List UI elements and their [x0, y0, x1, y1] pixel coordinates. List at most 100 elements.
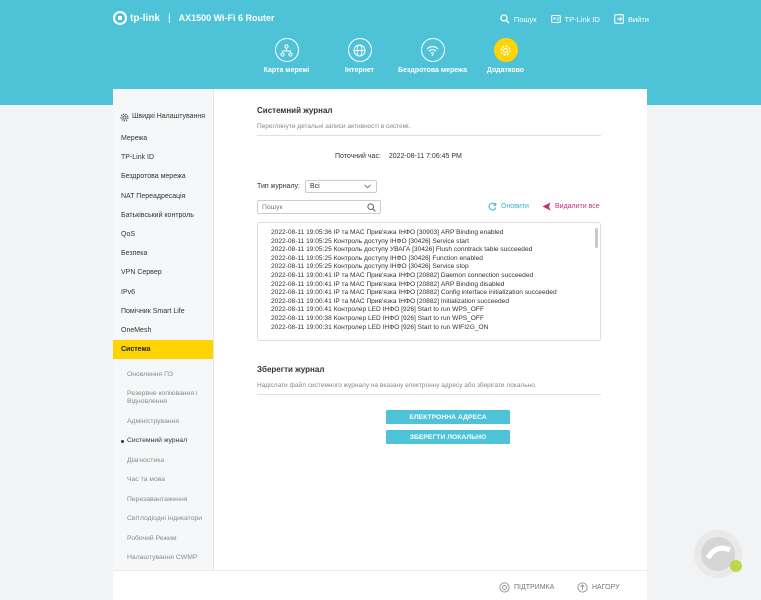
- sidebar-item-label: Помічник Smart Life: [121, 307, 185, 315]
- brand-logo[interactable]: tp-link | AX1500 Wi-Fi 6 Router: [113, 11, 275, 25]
- sidebar-item-system[interactable]: Система: [113, 340, 213, 360]
- sidebar-subitem-administration[interactable]: Адміністрування: [113, 412, 213, 432]
- sidebar-item-security[interactable]: Безпека: [113, 244, 213, 263]
- log-entry: 2022-08-11 19:05:25 Контроль доступу ІНФ…: [271, 263, 469, 271]
- header-links: Пошук TP-Link ID Вийти: [500, 14, 649, 24]
- sidebar-subitem-backup[interactable]: Резервне копіювання і Відновлення: [113, 385, 213, 412]
- search-link[interactable]: Пошук: [500, 14, 537, 24]
- tab-wireless[interactable]: Бездротова мережа: [396, 38, 469, 75]
- sidebar: Швидкі Налаштування Мережа TP-Link ID Бе…: [113, 89, 214, 570]
- quick-setup-icon: [120, 113, 129, 122]
- tplink-id-label: TP-Link ID: [564, 14, 600, 24]
- sidebar-item-ipv6[interactable]: IPv6: [113, 283, 213, 302]
- sidebar-item-tplink-id[interactable]: TP-Link ID: [113, 148, 213, 167]
- delete-icon: [542, 202, 551, 211]
- back-to-top-link[interactable]: НАГОРУ: [577, 582, 620, 593]
- sidebar-item-label: IPv6: [121, 288, 136, 296]
- sidebar-subitem-diagnostics[interactable]: Діагностика: [113, 451, 213, 471]
- sidebar-item-label: Швидкі Налаштування: [132, 113, 206, 120]
- sidebar-item-label: OneMesh: [121, 326, 152, 334]
- tab-internet[interactable]: Інтернет: [323, 38, 396, 75]
- log-entry: 2022-08-11 19:00:41 IP та MAC Прив'язка …: [271, 280, 505, 288]
- log-search-input[interactable]: Пошук: [257, 200, 381, 214]
- tplink-id-link[interactable]: TP-Link ID: [550, 14, 600, 24]
- sidebar-subitem-cwmp[interactable]: Налаштування CWMP: [113, 548, 213, 568]
- tab-network-map[interactable]: Карта мережі: [250, 38, 323, 75]
- sidebar-item-vpn[interactable]: VPN Сервер: [113, 263, 213, 282]
- globe-icon: [347, 38, 372, 62]
- search-icon: [500, 14, 510, 24]
- sidebar-item-onemesh[interactable]: OneMesh: [113, 321, 213, 340]
- sidebar-item-label: TP-Link ID: [121, 154, 155, 162]
- sidebar-subitem-time[interactable]: Час та мова: [113, 470, 213, 490]
- logout-label: Вийти: [627, 14, 649, 24]
- log-entry: 2022-08-11 19:00:41 IP та MAC Прив'язка …: [271, 271, 534, 279]
- section-title-save-log: Зберегти журнал: [257, 365, 325, 374]
- watermark-logo-icon: [694, 530, 742, 578]
- email-log-button[interactable]: ЕЛЕКТРОННА АДРЕСА: [386, 410, 510, 424]
- sidebar-item-label: Батьківський контроль: [121, 211, 194, 219]
- log-entry: 2022-08-11 19:05:25 Контроль доступу ІНФ…: [271, 237, 469, 245]
- log-type-label: Тип журналу:: [257, 183, 300, 190]
- id-icon: [550, 14, 561, 24]
- section-description-save-log: Надіслати файл системного журналу на вка…: [257, 382, 601, 395]
- sidebar-item-parental[interactable]: Батьківський контроль: [113, 206, 213, 225]
- save-locally-button[interactable]: ЗБЕРЕГТИ ЛОКАЛЬНО: [386, 430, 510, 444]
- log-type-value: Всі: [309, 183, 320, 190]
- search-link-label: Пошук: [513, 14, 537, 24]
- support-link[interactable]: ПІДТРИМКА: [499, 582, 554, 593]
- delete-all-label: Видалити все: [555, 203, 600, 210]
- section-title-system-log: Системний журнал: [257, 106, 333, 115]
- log-scrollbar[interactable]: [595, 228, 598, 248]
- log-entry: 2022-08-11 19:00:41 Контролер LED ІНФО […: [271, 306, 484, 314]
- sidebar-subitem-reboot[interactable]: Перезавантаження: [113, 490, 213, 510]
- sidebar-item-network[interactable]: Мережа: [113, 129, 213, 148]
- sidebar-subitem-label: Оновлення ПЗ: [127, 371, 174, 378]
- current-time-label: Поточний час:: [335, 153, 381, 160]
- sidebar-item-wireless[interactable]: Бездротова мережа: [113, 167, 213, 186]
- log-type-row: Тип журналу: Всі: [257, 180, 377, 193]
- refresh-label: Оновити: [501, 203, 529, 210]
- tab-network-map-label: Карта мережі: [263, 67, 310, 74]
- log-entry: 2022-08-11 19:00:31 Контролер LED ІНФО […: [271, 323, 489, 331]
- current-time-row: Поточний час: 2022-08-11 7:06:45 PM: [335, 153, 462, 160]
- sidebar-subitem-label: Діагностика: [127, 456, 165, 464]
- sidebar-item-quick-setup[interactable]: Швидкі Налаштування: [113, 89, 213, 129]
- sidebar-subitem-label: Робочий Режим: [127, 534, 177, 542]
- log-type-select[interactable]: Всі: [304, 180, 377, 193]
- back-to-top-label: НАГОРУ: [592, 584, 620, 591]
- refresh-icon: [488, 202, 497, 211]
- sidebar-subitem-leds[interactable]: Світлодіодні індикатори: [113, 509, 213, 529]
- sidebar-item-smart-life[interactable]: Помічник Smart Life: [113, 302, 213, 321]
- sidebar-subitem-firmware[interactable]: Оновлення ПЗ: [113, 365, 213, 385]
- sidebar-item-label: Безпека: [121, 250, 148, 258]
- refresh-button[interactable]: Оновити: [488, 202, 529, 211]
- tab-advanced-label: Додатково: [486, 67, 525, 74]
- logout-link[interactable]: Вийти: [614, 14, 649, 24]
- support-icon: [499, 582, 510, 593]
- tab-advanced[interactable]: Додатково: [469, 38, 542, 75]
- sidebar-item-label: VPN Сервер: [121, 269, 162, 277]
- brand-name: tp-link: [130, 12, 160, 24]
- sidebar-subitem-operation-mode[interactable]: Робочий Режим: [113, 529, 213, 549]
- delete-all-button[interactable]: Видалити все: [542, 202, 600, 211]
- log-entry: 2022-08-11 19:00:38 Контролер LED ІНФО […: [271, 314, 484, 322]
- sidebar-item-label: Мережа: [121, 135, 148, 143]
- current-time-value: 2022-08-11 7:06:45 PM: [388, 153, 462, 160]
- sidebar-subitem-system-log[interactable]: Системний журнал: [113, 431, 213, 451]
- log-entry: 2022-08-11 19:00:41 IP та MAC Прив'язка …: [271, 289, 557, 297]
- sidebar-subitem-label: Резервне копіювання і Відновлення: [127, 390, 198, 406]
- log-entry: 2022-08-11 19:00:41 IP та MAC Прив'язка …: [271, 297, 509, 305]
- sidebar-subitem-label: Системний журнал: [127, 437, 188, 444]
- network-map-icon: [274, 38, 299, 62]
- footer: ПІДТРИМКА НАГОРУ: [113, 570, 647, 600]
- tab-internet-label: Інтернет: [344, 67, 375, 74]
- log-list[interactable]: 2022-08-11 19:05:36 IP та MAC Прив'язка …: [257, 222, 601, 341]
- sidebar-item-label: NAT Переадресація: [121, 192, 186, 200]
- main-nav: Карта мережі Інтернет Бездротова мережа …: [250, 38, 542, 75]
- chevron-down-icon: [364, 184, 371, 189]
- sidebar-item-nat[interactable]: NAT Переадресація: [113, 187, 213, 206]
- router-model: AX1500 Wi-Fi 6 Router: [178, 13, 275, 23]
- sidebar-subitem-label: Час та мова: [127, 476, 166, 483]
- sidebar-item-qos[interactable]: QoS: [113, 225, 213, 244]
